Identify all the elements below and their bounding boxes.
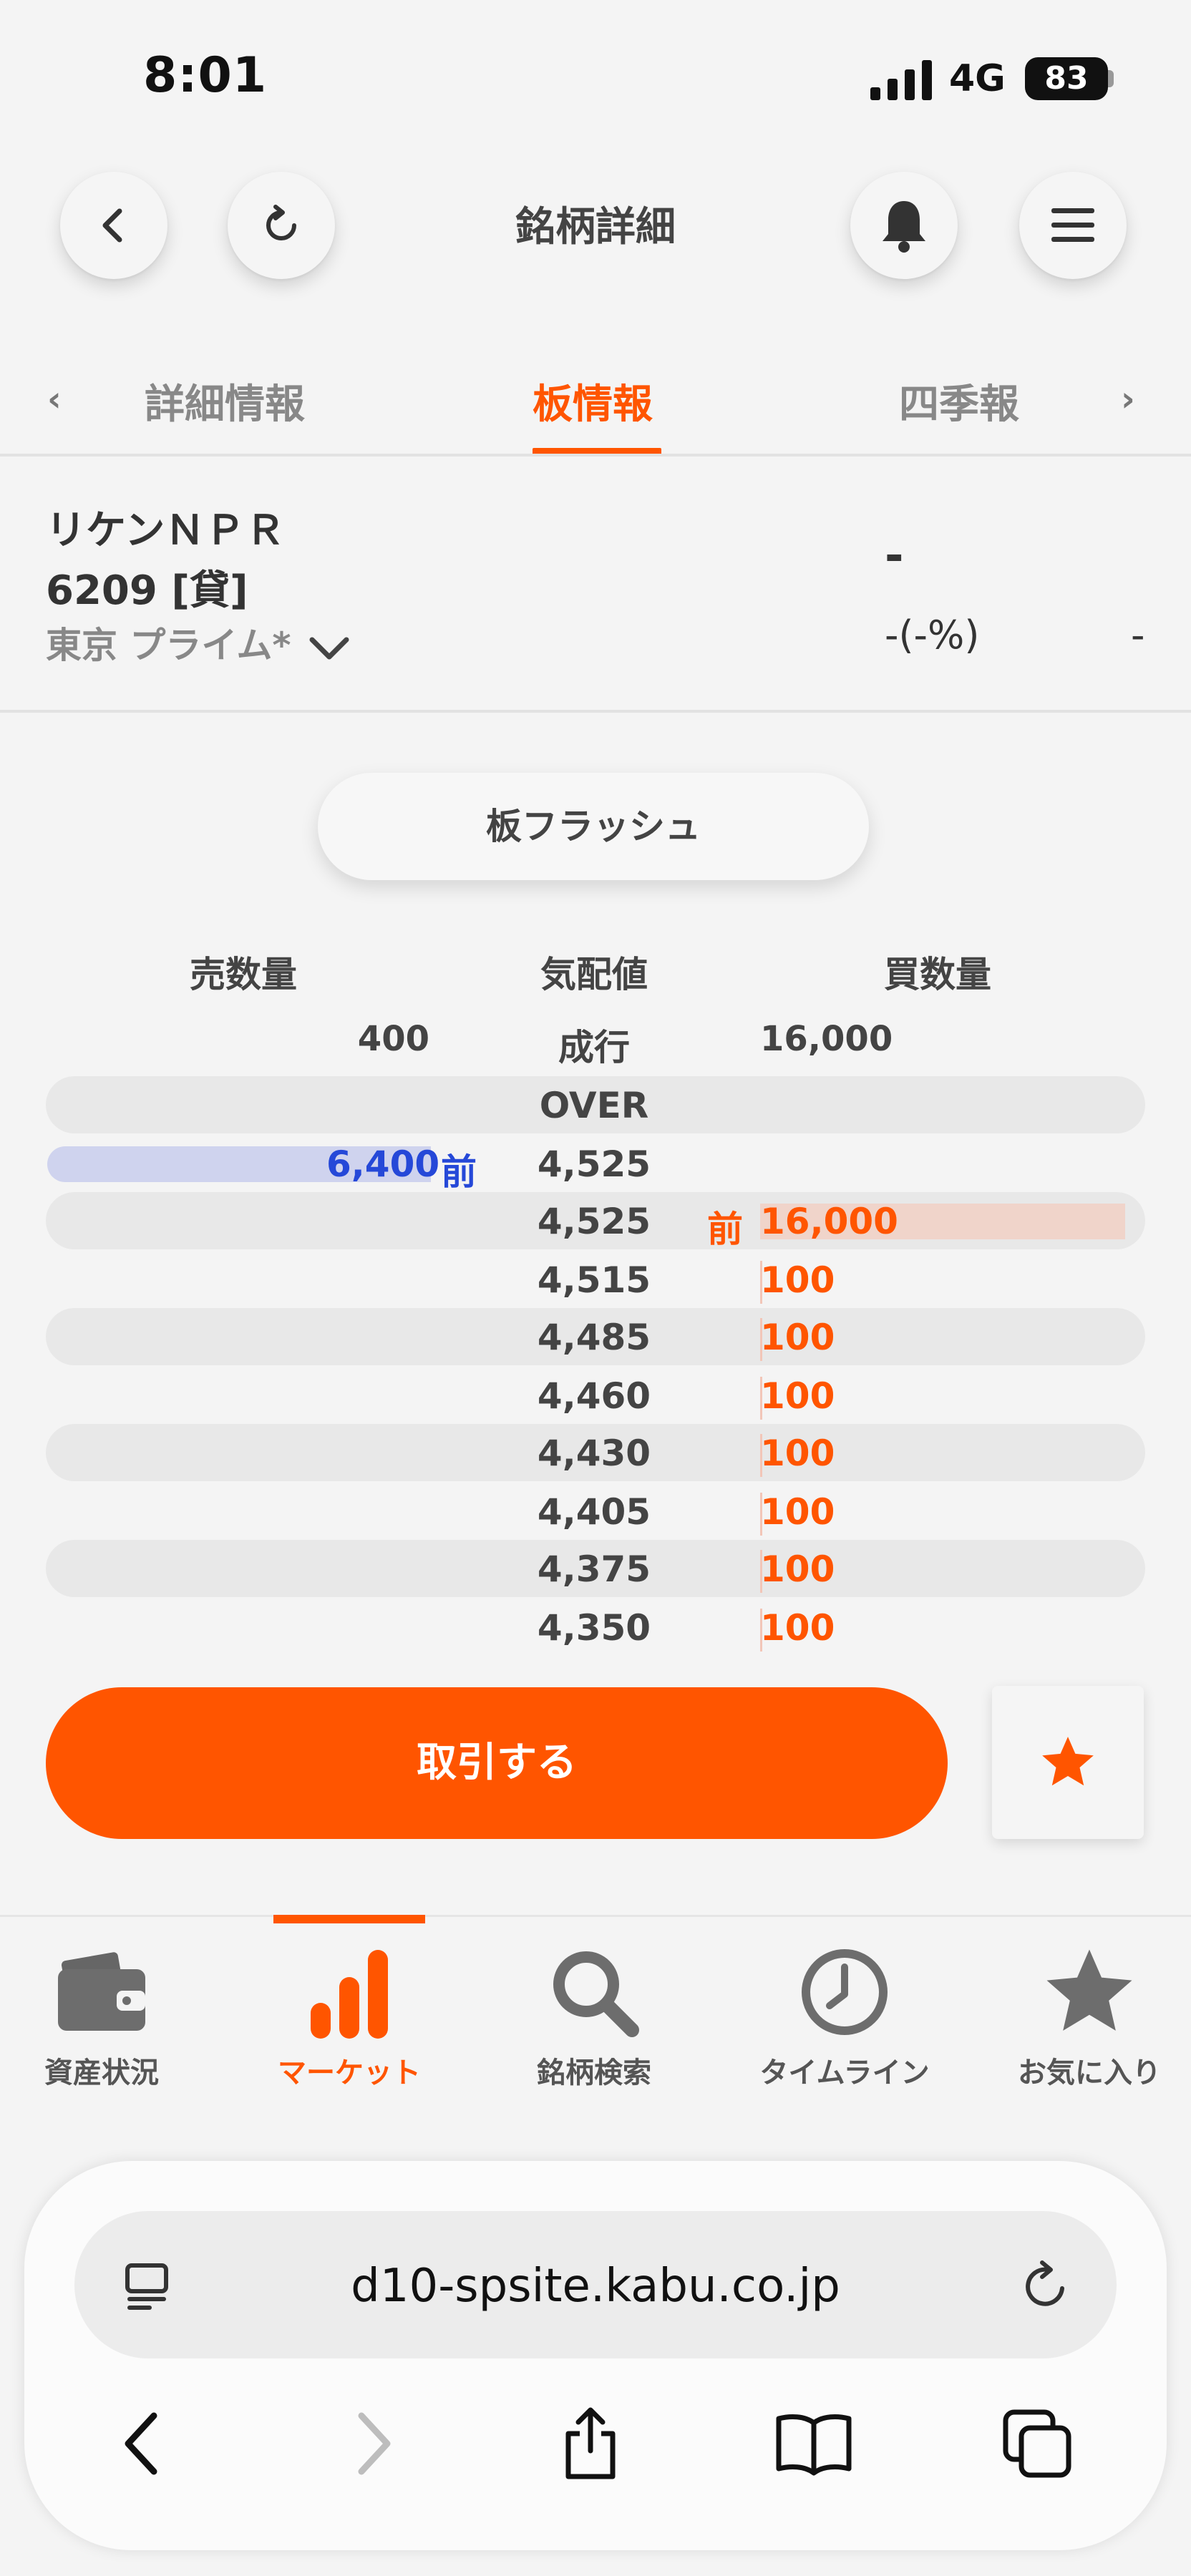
nav-assets[interactable]: 資産状況 [0, 1942, 209, 2091]
battery-icon: 83 [1025, 57, 1108, 100]
tab-order-board[interactable]: 板情報 [533, 372, 653, 430]
nav-active-indicator [273, 1915, 425, 1923]
board-buy-qty[interactable]: 100 [760, 1491, 835, 1533]
market-label: 東京 プライム* [46, 625, 291, 666]
trading-volume: - [1131, 613, 1145, 658]
market-selector[interactable]: 東京 プライム* [46, 617, 351, 668]
clock-icon [802, 1949, 888, 2035]
sell-pre-marker: 前 [441, 1151, 477, 1193]
market-order-sell-qty: 400 [357, 1019, 429, 1059]
tab-shikiho[interactable]: 四季報 [899, 372, 1019, 430]
info-divider [0, 710, 1191, 713]
browser-back-button[interactable] [96, 2404, 189, 2483]
nav-label: タイムライン [759, 2057, 930, 2089]
board-buy-qty[interactable]: 100 [760, 1317, 835, 1358]
battery-tip [1108, 70, 1114, 87]
book-icon [776, 2414, 852, 2476]
nav-favorites[interactable]: お気に入り [982, 1942, 1191, 2091]
board-flash-button[interactable]: 板フラッシュ [318, 773, 869, 880]
bookmarks-button[interactable] [767, 2404, 860, 2483]
buy-price[interactable]: 4,525 [501, 1201, 687, 1242]
tabs-icon [1003, 2409, 1071, 2478]
star-icon [1046, 1949, 1132, 2031]
reload-icon[interactable] [1019, 2260, 1072, 2313]
stock-name: リケンＮＰＲ [46, 507, 286, 554]
board-price[interactable]: 4,460 [501, 1375, 687, 1417]
tab-next-arrow[interactable]: › [1121, 379, 1135, 419]
nav-label: 銘柄検索 [537, 2057, 651, 2089]
bar-chart-icon [311, 1950, 388, 2039]
board-price[interactable]: 4,375 [501, 1548, 687, 1590]
market-order-label: 成行 [558, 1027, 630, 1068]
board-price[interactable]: 4,350 [501, 1607, 687, 1649]
hamburger-menu-icon [1051, 208, 1094, 242]
tab-divider [0, 454, 1191, 457]
cellular-signal-icon [870, 60, 932, 100]
star-icon [1042, 1737, 1094, 1786]
current-price: - [885, 530, 904, 582]
notification-button[interactable] [850, 172, 958, 279]
board-buy-qty[interactable]: 100 [760, 1433, 835, 1474]
chevron-left-icon [125, 2412, 157, 2475]
tab-prev-arrow[interactable]: ‹ [47, 379, 62, 419]
url-text[interactable]: d10-spsite.kabu.co.jp [74, 2260, 1117, 2313]
board-price[interactable]: 4,430 [501, 1433, 687, 1474]
trade-button[interactable]: 取引する [46, 1687, 948, 1839]
sell-price[interactable]: 4,525 [501, 1143, 687, 1185]
buy-qty[interactable]: 16,000 [760, 1201, 898, 1242]
menu-button[interactable] [1019, 172, 1127, 279]
browser-forward-button[interactable] [326, 2404, 419, 2483]
nav-timeline[interactable]: タイムライン [737, 1942, 952, 2091]
board-buy-qty[interactable]: 100 [760, 1375, 835, 1417]
price-change: -(-%) [885, 613, 980, 658]
sell-qty-header: 売数量 [190, 954, 297, 995]
price-header: 気配値 [540, 954, 648, 995]
favorite-button[interactable] [992, 1686, 1144, 1839]
chevron-right-icon [358, 2412, 391, 2475]
nav-label: 資産状況 [44, 2057, 159, 2089]
search-icon [553, 1951, 639, 2037]
nav-label: お気に入り [1018, 2057, 1161, 2089]
stock-code: 6209 [貸] [46, 567, 248, 614]
tab-detail-info[interactable]: 詳細情報 [145, 372, 305, 430]
over-label: OVER [539, 1085, 649, 1126]
share-button[interactable] [544, 2404, 637, 2483]
share-icon [565, 2407, 616, 2479]
network-type: 4G [949, 57, 1006, 100]
buy-pre-marker: 前 [707, 1209, 743, 1250]
nav-label: マーケット [278, 2057, 421, 2089]
page-title: 銘柄詳細 [515, 204, 676, 250]
sell-qty[interactable]: 6,400 [326, 1143, 439, 1185]
wallet-icon [58, 1952, 145, 2031]
market-order-buy-qty: 16,000 [760, 1019, 893, 1059]
board-price[interactable]: 4,405 [501, 1491, 687, 1533]
tabs-button[interactable] [991, 2404, 1084, 2483]
bell-icon [883, 201, 925, 253]
board-buy-qty[interactable]: 100 [760, 1548, 835, 1590]
buy-qty-header: 買数量 [884, 954, 991, 995]
board-price[interactable]: 4,485 [501, 1317, 687, 1358]
board-buy-qty[interactable]: 100 [760, 1259, 835, 1301]
nav-stock-search[interactable]: 銘柄検索 [487, 1942, 701, 2091]
status-time: 8:01 [143, 47, 268, 104]
nav-market[interactable]: マーケット [242, 1942, 457, 2091]
board-price[interactable]: 4,515 [501, 1259, 687, 1301]
chevron-down-icon [309, 637, 349, 659]
board-buy-qty[interactable]: 100 [760, 1607, 835, 1649]
